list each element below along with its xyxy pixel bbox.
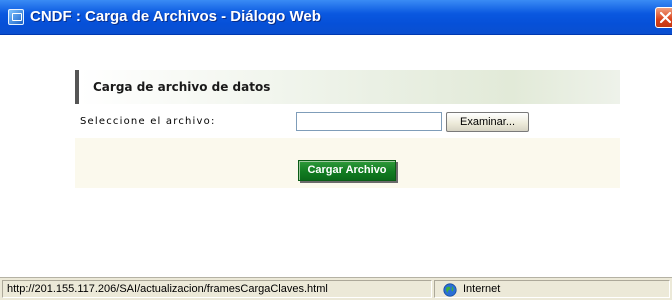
status-url: http://201.155.117.206/SAI/actualizacion… (2, 280, 432, 298)
upload-file-button[interactable]: Cargar Archivo (298, 160, 396, 181)
panel-header: Carga de archivo de datos (75, 70, 620, 104)
window-title: CNDF : Carga de Archivos - Diálogo Web (30, 8, 321, 25)
title-bar: CNDF : Carga de Archivos - Diálogo Web (0, 0, 672, 35)
zone-label: Internet (463, 283, 501, 295)
app-window-icon (8, 9, 24, 25)
close-button[interactable] (655, 7, 672, 28)
status-bar: http://201.155.117.206/SAI/actualizacion… (0, 277, 672, 300)
browse-button[interactable]: Examinar... (446, 112, 529, 132)
file-path-input[interactable] (296, 112, 442, 131)
close-icon (659, 11, 672, 24)
panel-title: Carga de archivo de datos (93, 80, 271, 94)
globe-icon (443, 283, 457, 297)
file-field-label: Seleccione el archivo: (80, 116, 216, 127)
security-zone: Internet (434, 280, 670, 298)
